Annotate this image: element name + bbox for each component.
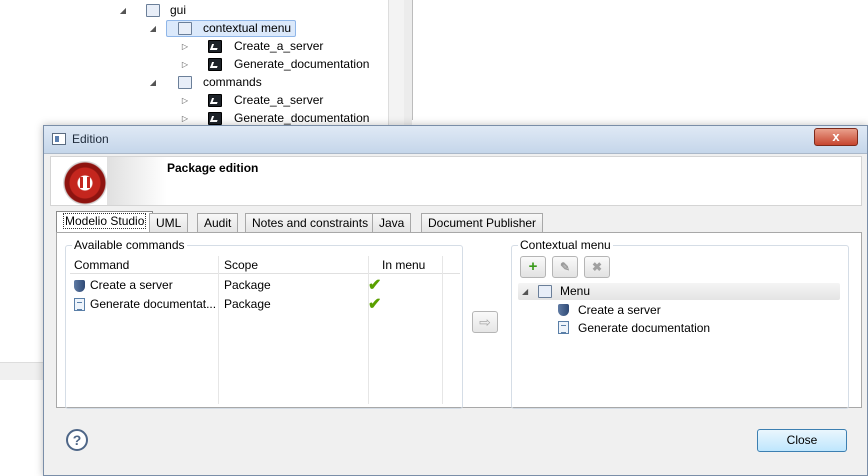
column-header-scope[interactable]: Scope <box>224 258 258 272</box>
collapse-arrow-icon[interactable]: ◢ <box>118 2 128 19</box>
column-header-command[interactable]: Command <box>74 258 129 272</box>
table-row[interactable]: Create a server Package ✔ <box>70 276 460 295</box>
tab-audit[interactable]: Audit <box>197 213 239 232</box>
edition-dialog: Edition x Package edition Modelio Studio… <box>43 125 868 476</box>
commands-table: Command Scope In menu Create a server Pa… <box>70 256 460 404</box>
column-header-in-menu[interactable]: In menu <box>382 258 425 272</box>
tab-java[interactable]: Java <box>372 213 412 232</box>
menu-root-label: Menu <box>560 284 591 298</box>
shield-icon <box>74 280 85 292</box>
window-close-button[interactable]: x <box>814 128 858 146</box>
shield-icon <box>558 304 569 316</box>
tree-node-menu[interactable]: ◢ Menu <box>518 283 840 300</box>
command-scope: Package <box>224 278 271 292</box>
checkmark-icon[interactable]: ✔ <box>368 295 381 314</box>
command-icon <box>208 94 222 107</box>
tree-node-create-server[interactable]: Create a server <box>558 301 838 319</box>
contextual-menu-group: Contextual menu + ✎ ✖ ◢ Menu Create a se… <box>511 238 849 409</box>
help-button[interactable]: ? <box>66 429 88 451</box>
menu-icon <box>178 22 192 35</box>
dialog-header: Package edition <box>50 156 862 206</box>
delete-button[interactable]: ✖ <box>584 256 610 278</box>
tab-notes-and-constraints[interactable]: Notes and constraints <box>245 213 376 232</box>
tree-node-generate-documentation[interactable]: Generate documentation <box>558 319 838 337</box>
expand-arrow-icon[interactable]: ▷ <box>180 92 190 109</box>
collapse-arrow-icon[interactable]: ◢ <box>148 74 158 91</box>
dialog-title: Edition <box>72 132 109 146</box>
contextual-menu-label: Contextual menu <box>518 238 613 252</box>
window-icon <box>52 133 66 145</box>
command-icon <box>208 40 222 53</box>
tab-content: Available commands Command Scope In menu… <box>56 232 862 409</box>
table-row[interactable]: Generate documentat... Package ✔ <box>70 295 460 314</box>
available-commands-label: Available commands <box>72 238 187 252</box>
command-name: Generate documentat... <box>90 297 217 311</box>
logo-mark <box>80 177 90 188</box>
package-icon <box>178 76 192 89</box>
command-scope: Package <box>224 297 271 311</box>
expand-arrow-icon[interactable]: ▷ <box>180 56 190 73</box>
dialog-titlebar[interactable]: Edition x <box>44 126 867 154</box>
document-icon <box>558 321 569 334</box>
available-commands-group: Available commands Command Scope In menu… <box>65 238 463 409</box>
collapse-arrow-icon[interactable]: ◢ <box>522 283 528 300</box>
command-icon <box>208 112 222 125</box>
contextual-menu-tree: ◢ Menu Create a server Generate document… <box>518 283 842 403</box>
header-title: Package edition <box>167 161 259 175</box>
tab-document-publisher[interactable]: Document Publisher <box>421 213 544 232</box>
collapse-arrow-icon[interactable]: ◢ <box>148 20 158 37</box>
tab-uml[interactable]: UML <box>149 213 189 232</box>
edit-button[interactable]: ✎ <box>552 256 578 278</box>
package-icon <box>146 4 160 17</box>
add-button[interactable]: + <box>520 256 546 278</box>
table-header: Command Scope In menu <box>70 256 460 274</box>
expand-arrow-icon[interactable]: ▷ <box>180 38 190 55</box>
tab-modelio-studio[interactable]: Modelio Studio <box>56 211 154 233</box>
header-banner <box>107 157 167 205</box>
command-icon <box>208 58 222 71</box>
command-name: Create a server <box>90 278 173 292</box>
checkmark-icon[interactable]: ✔ <box>368 276 381 295</box>
menu-icon <box>538 285 552 298</box>
editor-area <box>412 0 868 120</box>
document-icon <box>74 298 85 311</box>
close-button[interactable]: Close <box>757 429 847 452</box>
add-to-menu-arrow-button[interactable]: ⇨ <box>472 311 498 333</box>
